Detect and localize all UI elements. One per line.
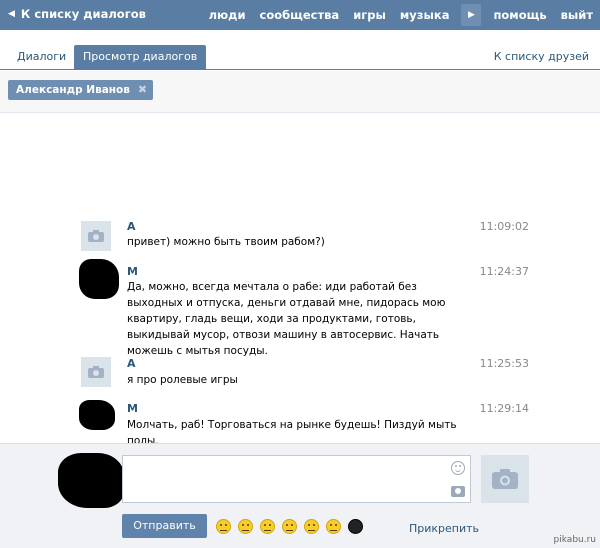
camera-icon — [88, 230, 104, 242]
emoji-icon[interactable] — [282, 518, 297, 534]
message-text: я про ролевые игры — [127, 374, 238, 386]
attach-photo-button[interactable] — [481, 455, 529, 503]
message-input[interactable] — [123, 456, 443, 502]
avatar[interactable] — [79, 259, 119, 299]
message-time: 11:29:14 — [479, 402, 529, 415]
top-nav: люди сообщества игры музыка ▶ помощь вый… — [202, 0, 600, 30]
smiley-icon[interactable] — [451, 461, 465, 475]
message-author[interactable]: А — [127, 357, 136, 370]
tab-dialogs[interactable]: Диалоги — [8, 45, 75, 70]
emoji-icon[interactable] — [304, 518, 319, 534]
play-icon[interactable]: ▶ — [461, 4, 482, 26]
attach-link[interactable]: Прикрепить — [409, 522, 479, 535]
message-time: 11:09:02 — [479, 220, 529, 233]
message-author[interactable]: А — [127, 220, 136, 233]
my-avatar[interactable] — [58, 453, 124, 508]
emoji-icon[interactable] — [326, 518, 341, 534]
composer: Отправить Прикрепить pikabu.ru — [0, 443, 600, 548]
message-author[interactable]: М — [127, 402, 138, 415]
nav-logout[interactable]: выйт — [554, 8, 600, 22]
nav-games[interactable]: игры — [346, 8, 393, 22]
close-icon[interactable]: ✖ — [138, 80, 147, 100]
recipient-bar: Александр Иванов ✖ — [0, 71, 600, 113]
camera-icon — [88, 366, 104, 378]
camera-icon[interactable] — [451, 486, 465, 497]
bomb-icon[interactable] — [348, 518, 363, 534]
nav-help[interactable]: помощь — [486, 8, 553, 22]
message-text: привет) можно быть твоим рабом?) — [127, 236, 325, 248]
emoji-icon[interactable] — [260, 518, 275, 534]
send-button[interactable]: Отправить — [122, 514, 207, 538]
nav-music[interactable]: музыка — [393, 8, 457, 22]
recipient-name: Александр Иванов — [16, 84, 130, 96]
emoji-bar — [216, 517, 370, 535]
avatar[interactable] — [81, 357, 111, 387]
nav-communities[interactable]: сообщества — [253, 8, 347, 22]
camera-icon — [492, 469, 518, 489]
message-author[interactable]: М — [127, 265, 138, 278]
tab-view-dialogs[interactable]: Просмотр диалогов — [74, 45, 207, 70]
message-time: 11:25:53 — [479, 357, 529, 370]
message-text: Да, можно, всегда мечтала о рабе: иди ра… — [127, 281, 446, 357]
back-label: К списку диалогов — [20, 7, 146, 21]
recipient-chip[interactable]: Александр Иванов ✖ — [8, 80, 154, 100]
watermark: pikabu.ru — [553, 535, 596, 545]
back-to-dialogs-link[interactable]: ◀ К списку диалогов — [8, 7, 146, 21]
friends-list-link[interactable]: К списку друзей — [485, 45, 598, 70]
avatar[interactable] — [79, 400, 115, 430]
message-input-box[interactable] — [122, 455, 471, 503]
tabs-bar: Диалоги Просмотр диалогов К списку друзе… — [0, 45, 600, 70]
chevron-left-icon: ◀ — [8, 9, 15, 19]
avatar[interactable] — [81, 221, 111, 251]
emoji-icon[interactable] — [216, 518, 231, 534]
nav-people[interactable]: люди — [202, 8, 253, 22]
emoji-icon[interactable] — [238, 518, 253, 534]
message-time: 11:24:37 — [479, 265, 529, 278]
top-bar: ◀ К списку диалогов люди сообщества игры… — [0, 0, 600, 30]
